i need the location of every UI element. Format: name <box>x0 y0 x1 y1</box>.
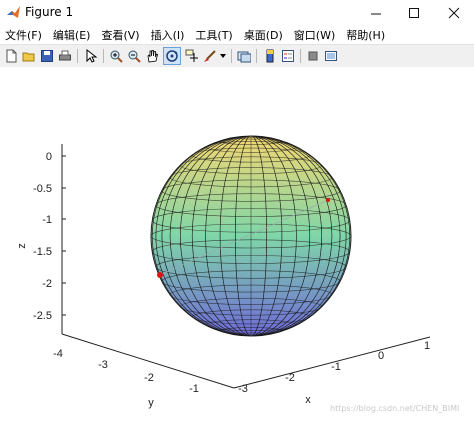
hand-icon <box>147 50 158 63</box>
matlab-icon <box>7 6 20 18</box>
zoom-in-icon <box>110 50 123 63</box>
tick-label: -2 <box>42 278 52 290</box>
tick-label: -3 <box>98 359 108 371</box>
save-icon <box>41 50 53 62</box>
menu-help[interactable]: 帮助(H) <box>341 27 391 43</box>
print-icon <box>59 50 71 61</box>
watermark-text: https://blog.csdn.net/CHEN_BIMI <box>330 404 460 413</box>
show-tools-icon <box>325 51 337 61</box>
open-file-button[interactable] <box>21 48 37 64</box>
menu-desktop[interactable]: 桌面(D) <box>239 27 289 43</box>
rotate-3d-icon <box>166 50 178 62</box>
close-icon <box>448 7 460 19</box>
print-button[interactable] <box>57 48 73 64</box>
open-folder-icon <box>22 52 35 62</box>
close-button[interactable] <box>436 0 472 26</box>
brush-dropdown[interactable] <box>219 48 227 64</box>
toolbar-separator <box>300 49 301 63</box>
legend-button[interactable] <box>280 48 296 64</box>
x-tick-labels: -3 -2 -1 0 1 <box>238 340 430 395</box>
figure-toolbar <box>0 44 474 68</box>
tick-label: -1.5 <box>33 246 52 258</box>
hide-plot-tools-button[interactable] <box>305 48 321 64</box>
tick-label: 0 <box>46 151 52 163</box>
menu-insert[interactable]: 插入(I) <box>146 27 191 43</box>
link-plot-icon <box>237 51 251 63</box>
menu-bar: 文件(F) 编辑(E) 查看(V) 插入(I) 工具(T) 桌面(D) 窗口(W… <box>0 26 474 44</box>
z-tick-labels: 0 -0.5 -1 -1.5 -2 -2.5 <box>33 151 66 322</box>
y-tick-labels: -4 -3 -2 -1 <box>53 348 199 395</box>
menu-edit[interactable]: 编辑(E) <box>48 27 97 43</box>
title-bar: Figure 1 <box>0 0 474 26</box>
data-cursor-button[interactable] <box>184 48 200 64</box>
zoom-out-icon <box>128 50 141 63</box>
toolbar-separator <box>231 49 232 63</box>
edit-plot-button[interactable] <box>83 48 99 64</box>
toolbar-separator <box>77 49 78 63</box>
tick-label: -2.5 <box>33 310 52 322</box>
tick-label: -1 <box>331 361 341 373</box>
tick-label: -1 <box>189 383 199 395</box>
dropdown-arrow-icon <box>220 54 226 58</box>
x-axis-label: x <box>305 394 311 406</box>
window-title: Figure 1 <box>25 5 74 19</box>
tick-label: -0.5 <box>33 183 52 195</box>
colorbar-icon <box>266 49 274 63</box>
arrow-cursor-icon <box>86 49 98 63</box>
rotate-3d-button[interactable] <box>163 47 181 65</box>
brush-button[interactable] <box>202 48 218 64</box>
sphere-surface[interactable] <box>150 135 352 337</box>
z-axis-label: z <box>16 243 28 249</box>
tick-label: 0 <box>378 350 384 362</box>
maximize-button[interactable] <box>396 0 432 26</box>
tick-label: -1 <box>42 214 52 226</box>
tick-label: 1 <box>424 340 430 352</box>
tick-label: -3 <box>238 383 248 395</box>
minimize-icon <box>371 13 381 15</box>
zoom-out-button[interactable] <box>126 48 142 64</box>
point-marker[interactable] <box>326 198 330 202</box>
save-button[interactable] <box>39 48 55 64</box>
y-axis-label: y <box>148 397 154 409</box>
minimize-button[interactable] <box>358 0 394 26</box>
toolbar-separator <box>256 49 257 63</box>
tick-label: -2 <box>285 372 295 384</box>
link-plot-button[interactable] <box>236 48 252 64</box>
point-marker[interactable] <box>157 272 163 278</box>
show-plot-tools-button[interactable] <box>323 48 339 64</box>
zoom-in-button[interactable] <box>108 48 124 64</box>
menu-tools[interactable]: 工具(T) <box>190 27 238 43</box>
axes-3d[interactable]: 0-0.5-1-1.5-2-2.5 -4-3-2-1 -3-2-101 z y … <box>0 67 474 422</box>
menu-view[interactable]: 查看(V) <box>96 27 145 43</box>
tick-label: -2 <box>144 372 154 384</box>
pan-button[interactable] <box>144 48 160 64</box>
legend-icon <box>282 50 294 62</box>
menu-file[interactable]: 文件(F) <box>0 27 48 43</box>
new-file-icon <box>6 49 17 63</box>
maximize-icon <box>409 8 419 18</box>
figure-canvas[interactable]: 0 -0.5 -1 -1.5 -2 -2.5 -4 -3 -2 -1 -3 -2 -1 0 1 z y … <box>0 67 474 422</box>
tick-label: -4 <box>53 348 63 360</box>
toolbar-separator <box>103 49 104 63</box>
colorbar-button[interactable] <box>262 48 278 64</box>
brush-icon <box>204 50 216 62</box>
new-figure-button[interactable] <box>3 48 19 64</box>
hide-tools-icon <box>308 51 318 61</box>
menu-window[interactable]: 窗口(W) <box>289 27 341 43</box>
data-cursor-icon <box>185 49 198 62</box>
